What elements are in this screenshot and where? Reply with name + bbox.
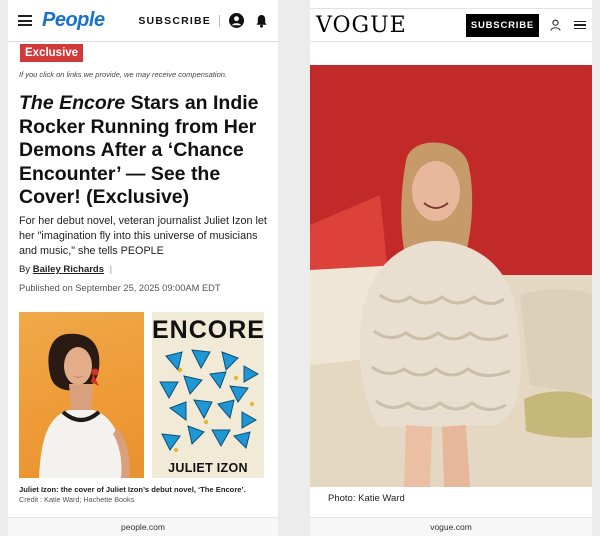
people-header: People SUBSCRIBE [8, 0, 278, 42]
published-date: Published on September 25, 2025 09:00AM … [19, 283, 221, 293]
vogue-footer-domain: vogue.com [310, 517, 592, 536]
byline-prefix: By [19, 264, 31, 275]
article-headline: The Encore Stars an Indie Rocker Running… [19, 92, 274, 210]
subscribe-button[interactable]: SUBSCRIBE [138, 14, 220, 27]
byline: By Bailey Richards | [19, 264, 112, 275]
account-icon[interactable] [229, 13, 244, 28]
book-cover: ENCORE JULIET IZON [152, 312, 264, 478]
people-footer-domain: people.com [8, 517, 278, 536]
byline-separator: | [109, 264, 113, 275]
menu-icon[interactable] [18, 15, 32, 26]
vogue-logo[interactable]: VOGUE [316, 13, 407, 38]
woman-on-sofa-illustration [310, 65, 592, 487]
people-article-panel: People SUBSCRIBE Exclusive If you click … [8, 0, 278, 536]
photo-credit: Photo: Katie Ward [328, 493, 405, 504]
bell-icon[interactable] [255, 14, 268, 28]
book-cover-author: JULIET IZON [168, 461, 248, 475]
guitar-picks-illustration [159, 349, 260, 452]
affiliate-disclosure: If you click on links we provide, we may… [19, 70, 228, 79]
vogue-article-panel: VOGUE SUBSCRIBE Photo: Katie Ward vogue.… [310, 0, 592, 536]
image-caption: Juliet Izon: the cover of Juliet Izon’s … [19, 485, 246, 494]
author-portrait-illustration [39, 333, 130, 478]
author-photo [19, 312, 144, 478]
exclusive-badge: Exclusive [20, 44, 84, 62]
account-icon[interactable] [550, 19, 561, 31]
people-logo[interactable]: People [42, 9, 105, 32]
vogue-subscribe-button[interactable]: SUBSCRIBE [465, 13, 539, 37]
article-hero-photo [310, 65, 592, 487]
vogue-header: VOGUE SUBSCRIBE [310, 8, 592, 42]
menu-icon[interactable] [574, 20, 586, 30]
image-credit: Credit : Katie Ward; Hachette Books [19, 495, 135, 504]
headline-book-title: The Encore [19, 92, 126, 114]
author-link[interactable]: Bailey Richards [33, 264, 104, 275]
article-dek: For her debut novel, veteran journalist … [19, 215, 267, 257]
